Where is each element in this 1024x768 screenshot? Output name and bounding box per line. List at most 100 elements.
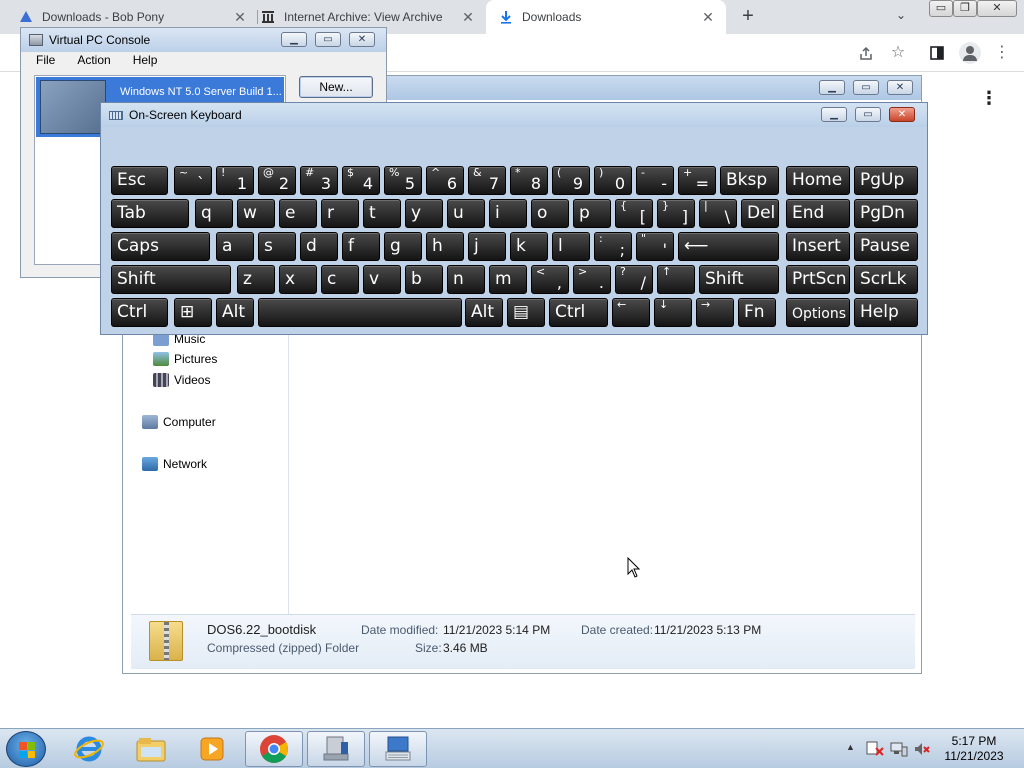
show-hidden-icons-button[interactable]: ▲ [846,742,855,752]
key-n[interactable]: n [447,265,485,294]
key-4[interactable]: $4 [342,166,380,195]
nav-item-pictures[interactable]: Pictures [153,352,217,366]
key-o[interactable]: o [531,199,569,228]
nav-item-network[interactable]: Network [142,457,207,471]
key-page-down[interactable]: PgDn [854,199,918,228]
key-`[interactable]: ~ ` [174,166,212,195]
close-button[interactable]: ✕ [887,80,913,95]
key-/[interactable]: ? / [615,265,653,294]
nav-item-computer[interactable]: Computer [142,415,216,429]
key-pause[interactable]: Pause [854,232,918,261]
profile-avatar[interactable] [959,42,981,64]
key-esc[interactable]: Esc [111,166,168,195]
key-[[interactable]: {[ [615,199,653,228]
close-tab-icon[interactable]: ✕ [700,9,716,25]
menu-help[interactable]: Help [119,52,166,70]
maximize-button[interactable]: ▭ [315,32,341,47]
key-w[interactable]: w [237,199,275,228]
tab-downloads[interactable]: Downloads ✕ [486,0,726,34]
key-q[interactable]: q [195,199,233,228]
key-u[interactable]: u [447,199,485,228]
key-↑[interactable]: ↑ [657,265,695,294]
bookmark-star-icon[interactable]: ☆ [887,42,909,64]
close-tab-icon[interactable]: ✕ [460,9,476,25]
maximize-button[interactable]: ▭ [853,80,879,95]
key-windows[interactable]: ⊞ [174,298,212,327]
key-backspace[interactable]: Bksp [720,166,779,195]
internet-explorer-icon[interactable] [60,731,118,767]
close-button[interactable]: ✕ [889,107,915,122]
key-page-up[interactable]: PgUp [854,166,918,195]
key--[interactable]: -- [636,166,674,195]
key-z[interactable]: z [237,265,275,294]
nav-item-videos[interactable]: Videos [153,373,210,387]
key-g[interactable]: g [384,232,422,261]
windows-explorer-icon[interactable] [122,731,180,767]
key-7[interactable]: & 7 [468,166,506,195]
menu-file[interactable]: File [22,52,63,70]
start-button[interactable] [6,731,46,767]
maximize-button[interactable]: ▭ [855,107,881,122]
key-][interactable]: }] [657,199,695,228]
key-.[interactable]: >. [573,265,611,294]
volume-muted-icon[interactable] [913,741,931,760]
menu-action[interactable]: Action [63,52,118,70]
host-minimize-button[interactable]: ▭ [929,0,953,17]
minimize-button[interactable]: ▁ [821,107,847,122]
key-x[interactable]: x [279,265,317,294]
system-clock[interactable]: 5:17 PM 11/21/2023 [938,734,1010,764]
virtual-pc-icon[interactable] [307,731,365,767]
host-close-button[interactable]: ✕ [977,0,1017,17]
browser-menu-icon[interactable]: ⋮ [991,42,1013,64]
key-home[interactable]: Home [786,166,850,195]
key-end[interactable]: End [786,199,850,228]
key-0[interactable]: ) 0 [594,166,632,195]
key-9[interactable]: (9 [552,166,590,195]
network-status-icon[interactable] [890,741,908,760]
key-s[interactable]: s [258,232,296,261]
key-→[interactable]: → [696,298,734,327]
help-button[interactable]: Help [854,298,918,327]
key-ctrl[interactable]: Ctrl [549,298,608,327]
key-scroll-lock[interactable]: ScrLk [854,265,918,294]
key-t[interactable]: t [363,199,401,228]
key-p[interactable]: p [573,199,611,228]
tab-search-button[interactable]: ⌄ [896,8,906,22]
key-i[interactable]: i [489,199,527,228]
key-8[interactable]: * 8 [510,166,548,195]
close-button[interactable]: ✕ [349,32,375,47]
key-a[interactable]: a [216,232,254,261]
key-2[interactable]: @2 [258,166,296,195]
key-,[interactable]: <, [531,265,569,294]
key-d[interactable]: d [300,232,338,261]
key-shift[interactable]: Shift [699,265,779,294]
key-tab[interactable]: Tab [111,199,189,228]
key-k[interactable]: k [510,232,548,261]
key-'[interactable]: " ' [636,232,674,261]
host-restore-button[interactable]: ❐ [953,0,977,17]
key-h[interactable]: h [426,232,464,261]
key-5[interactable]: % 5 [384,166,422,195]
key-;[interactable]: :; [594,232,632,261]
key-c[interactable]: c [321,265,359,294]
minimize-button[interactable]: ▁ [281,32,307,47]
key-l[interactable]: l [552,232,590,261]
key-enter[interactable]: ⟵ [678,232,779,261]
key-menu[interactable]: ▤ [507,298,545,327]
key-print-screen[interactable]: PrtScn [786,265,850,294]
key-r[interactable]: r [321,199,359,228]
key-←[interactable]: ← [612,298,650,327]
options-button[interactable]: Options [786,298,850,327]
key-6[interactable]: ^ 6 [426,166,464,195]
key-fn[interactable]: Fn [738,298,776,327]
key-ctrl[interactable]: Ctrl [111,298,168,327]
key-j[interactable]: j [468,232,506,261]
share-icon[interactable] [855,42,877,64]
key-caps-lock[interactable]: Caps [111,232,210,261]
key-=[interactable]: + = [678,166,716,195]
key-alt[interactable]: Alt [216,298,254,327]
key-e[interactable]: e [279,199,317,228]
key-v[interactable]: v [363,265,401,294]
key-space[interactable] [258,298,462,327]
media-player-icon[interactable] [183,731,241,767]
